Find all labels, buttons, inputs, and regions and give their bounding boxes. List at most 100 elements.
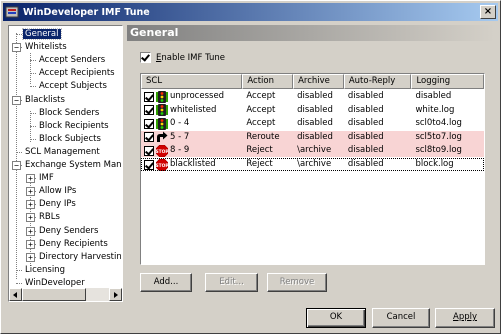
tree-item-deny-senders[interactable]: Deny Senders	[37, 225, 100, 238]
scroll-left-button[interactable]	[9, 288, 22, 301]
enable-imf-tune-label: Enable IMF Tune	[156, 52, 225, 63]
title-bar[interactable]: WinDeveloper IMF Tune ×	[3, 3, 498, 21]
tree-item-deny-recipients[interactable]: Deny Recipients	[37, 238, 110, 251]
checkbox-box[interactable]	[140, 52, 151, 63]
tree-item-block-senders[interactable]: Block Senders	[37, 107, 101, 120]
tree-item-directory-harvesting[interactable]: Directory Harvesting	[37, 251, 121, 264]
expand-icon[interactable]: +	[26, 174, 35, 184]
tree-item-deny-ips[interactable]: Deny IPs	[37, 198, 78, 211]
tree-guide-line	[30, 53, 31, 84]
collapse-icon[interactable]: −	[12, 43, 21, 53]
row-enabled-checkbox[interactable]	[144, 91, 154, 102]
tree-item-accept-senders[interactable]: Accept Senders	[37, 54, 107, 67]
ok-button[interactable]: OK	[306, 308, 366, 328]
tree-item-rbls[interactable]: RBLs	[37, 211, 62, 224]
table-row[interactable]: STOP blacklisted Reject \archive disabled blo…	[141, 158, 484, 171]
tree-horizontal-scrollbar[interactable]	[9, 288, 122, 301]
tree-item-whitelists[interactable]: Whitelists	[23, 41, 69, 54]
tree-item-label: Deny Recipients	[39, 238, 108, 249]
tree-item-label: WinDeveloper	[25, 277, 85, 287]
column-header-action[interactable]: Action	[242, 74, 294, 89]
tree-item-windeveloper[interactable]: WinDeveloper	[23, 277, 87, 287]
tree-item-scl-management[interactable]: SCL Management	[23, 146, 102, 159]
scl-label: 0 - 4	[170, 118, 190, 129]
tree-item-allow-ips[interactable]: Allow IPs	[37, 185, 78, 198]
tree-item-block-recipients[interactable]: Block Recipients	[37, 120, 111, 133]
tree-item-label: Block Subjects	[39, 133, 101, 144]
tree-item-label: Exchange System Manag	[25, 160, 121, 170]
table-row[interactable]: unprocessed Accept disabled disabled disable…	[141, 90, 484, 103]
cancel-button[interactable]: Cancel	[372, 308, 430, 328]
expand-icon[interactable]: +	[26, 187, 35, 197]
table-row[interactable]: 5 - 7 Reroute disabled disabled scl5to7.log	[141, 130, 484, 144]
expand-icon[interactable]: +	[26, 226, 35, 236]
cell-scl: unprocessed	[141, 90, 242, 103]
row-enabled-checkbox[interactable]	[144, 159, 154, 170]
tree-connector	[16, 282, 22, 284]
tree-item-label: IMF	[39, 173, 54, 184]
navigation-tree[interactable]: General Whitelists − Accept Senders Accept R…	[8, 25, 123, 302]
cell-autoreply: disabled	[347, 131, 384, 142]
tree-item-blacklists[interactable]: Blacklists	[23, 94, 67, 107]
enable-imf-tune-checkbox[interactable]: Enable IMF Tune	[140, 52, 225, 63]
scroll-thumb[interactable]	[22, 288, 86, 301]
row-enabled-checkbox[interactable]	[144, 118, 154, 129]
cell-archive: disabled	[297, 131, 333, 142]
arrow-right-icon	[114, 292, 118, 298]
expand-icon[interactable]: +	[26, 252, 35, 262]
column-header-logging[interactable]: Logging	[411, 74, 484, 89]
tree-item-accept-subjects[interactable]: Accept Subjects	[37, 80, 109, 93]
tree-item-label: SCL Management	[25, 146, 100, 157]
row-enabled-checkbox[interactable]	[144, 145, 154, 156]
tree-item-general[interactable]: General	[22, 28, 62, 41]
tree-connector	[30, 138, 36, 140]
cell-autoreply: disabled	[347, 159, 384, 169]
tree-connector	[30, 73, 36, 75]
tree-item-label: Deny Senders	[39, 225, 99, 236]
tree-item-label: Accept Subjects	[39, 81, 107, 92]
traffic-light-icon	[156, 117, 168, 130]
column-header-scl[interactable]: SCL	[141, 74, 243, 89]
tree-connector	[30, 60, 36, 62]
cell-logging: scl5to7.log	[415, 131, 462, 142]
expand-icon[interactable]: +	[26, 200, 35, 210]
cell-archive: disabled	[297, 118, 333, 129]
cell-logging: scl8to9.log	[415, 145, 462, 156]
expand-icon[interactable]: +	[26, 213, 35, 223]
cell-action: Accept	[246, 104, 276, 115]
cell-action: Reject	[246, 145, 273, 156]
table-row[interactable]: whitelisted Accept disabled disabled white.l…	[141, 104, 484, 117]
column-header-archive[interactable]: Archive	[293, 74, 344, 89]
row-enabled-checkbox[interactable]	[144, 105, 154, 116]
cell-logging: block.log	[415, 159, 454, 169]
close-icon: ×	[483, 6, 493, 17]
column-header-auto-reply[interactable]: Auto-Reply	[343, 74, 412, 89]
scroll-right-button[interactable]	[109, 288, 122, 301]
cell-action: Accept	[246, 118, 276, 129]
tree-item-exchange-system-manag[interactable]: Exchange System Manag	[23, 159, 121, 172]
table-row[interactable]: 0 - 4 Accept disabled disabled scl0to4.log	[141, 117, 484, 130]
tree-item-licensing[interactable]: Licensing	[23, 264, 67, 277]
remove-button[interactable]: Remove	[267, 273, 327, 292]
collapse-icon[interactable]: −	[12, 161, 21, 170]
stop-sign-icon: STOP	[155, 144, 169, 158]
scl-list[interactable]: SCL Action Archive Auto-Reply Logging un…	[140, 73, 485, 265]
tree-item-block-subjects[interactable]: Block Subjects	[37, 133, 103, 146]
row-enabled-checkbox[interactable]	[144, 132, 154, 143]
tree-item-imf[interactable]: IMF	[37, 172, 56, 185]
add-button[interactable]: Add...	[140, 273, 192, 292]
cell-autoreply: disabled	[347, 118, 384, 129]
tree-item-accept-recipients[interactable]: Accept Recipients	[37, 67, 117, 80]
expand-icon[interactable]: +	[26, 239, 35, 249]
cell-autoreply: disabled	[347, 104, 384, 115]
tree-item-label: Block Recipients	[39, 120, 109, 131]
svg-text:STOP: STOP	[156, 163, 168, 169]
tree-item-label: Deny IPs	[39, 199, 76, 210]
edit-button[interactable]: Edit...	[205, 273, 258, 292]
close-button[interactable]: ×	[480, 5, 496, 19]
tree-connector	[30, 125, 36, 127]
collapse-icon[interactable]: −	[12, 95, 21, 105]
table-row[interactable]: STOP 8 - 9 Reject \archive disabled scl8to9.l…	[141, 144, 484, 158]
apply-button[interactable]: Apply	[435, 308, 495, 328]
tree-item-label: Accept Recipients	[39, 68, 115, 79]
